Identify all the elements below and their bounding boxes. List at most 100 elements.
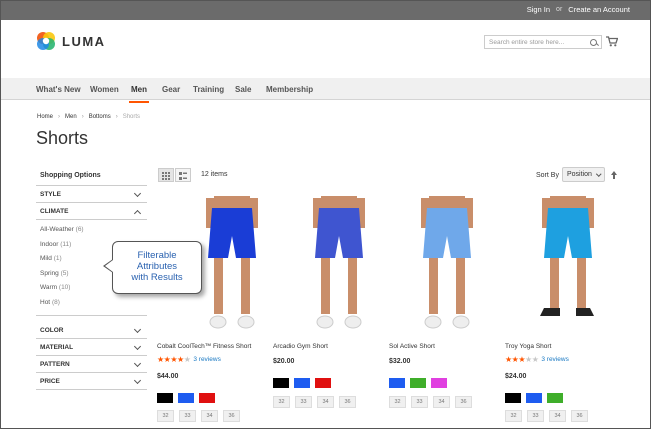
color-swatch[interactable]: [389, 378, 405, 388]
size-option[interactable]: 33: [527, 410, 544, 422]
size-option[interactable]: 32: [273, 396, 290, 408]
size-option[interactable]: 32: [389, 396, 406, 408]
sort-direction-arrow-icon[interactable]: [610, 170, 618, 180]
or-separator: or: [556, 6, 563, 13]
size-option[interactable]: 36: [339, 396, 356, 408]
search-input[interactable]: Search entire store here...: [484, 35, 602, 49]
size-option[interactable]: 32: [505, 410, 522, 422]
create-account-link[interactable]: Create an Account: [568, 5, 630, 14]
size-option[interactable]: 33: [295, 396, 312, 408]
nav-item-men[interactable]: Men: [129, 85, 149, 103]
size-option[interactable]: 36: [455, 396, 472, 408]
product-card[interactable]: Sol Active Short $32.00 32 33 34 36: [389, 196, 499, 408]
filter-label: COLOR: [40, 327, 64, 334]
product-image[interactable]: [299, 196, 399, 336]
color-swatch[interactable]: [505, 393, 521, 403]
color-swatches: [505, 393, 563, 403]
nav-item-membership[interactable]: Membership: [266, 85, 313, 94]
reviews-link[interactable]: 3 reviews: [193, 356, 220, 363]
color-swatch[interactable]: [178, 393, 194, 403]
top-bar: Sign In or Create an Account: [1, 1, 650, 20]
filter-label: STYLE: [40, 191, 61, 198]
product-image[interactable]: [407, 196, 507, 336]
nav-item-whats-new[interactable]: What's New: [36, 85, 81, 94]
color-swatch[interactable]: [199, 393, 215, 403]
filter-style[interactable]: STYLE: [36, 186, 147, 203]
product-image[interactable]: [528, 196, 628, 336]
chevron-down-icon: [133, 189, 142, 198]
climate-option-hot[interactable]: Hot (8): [40, 299, 147, 314]
product-name[interactable]: Arcadio Gym Short: [273, 343, 328, 350]
filter-color[interactable]: COLOR: [36, 322, 147, 339]
breadcrumb-men[interactable]: Men: [65, 114, 77, 120]
product-price: $20.00: [273, 358, 295, 365]
product-card[interactable]: Arcadio Gym Short $20.00 32 33 34 36: [273, 196, 383, 408]
filter-climate[interactable]: CLIMATE: [36, 203, 147, 220]
size-swatches: 32 33 34 36: [157, 410, 240, 422]
product-name[interactable]: Cobalt CoolTech™ Fitness Short: [157, 343, 251, 350]
size-option[interactable]: 34: [317, 396, 334, 408]
color-swatch[interactable]: [273, 378, 289, 388]
product-name[interactable]: Troy Yoga Short: [505, 343, 551, 350]
account-links: Sign In or Create an Account: [527, 5, 630, 14]
size-option[interactable]: 33: [179, 410, 196, 422]
product-card[interactable]: Cobalt CoolTech™ Fitness Short ★★★★★ 3 rev…: [157, 196, 267, 422]
color-swatches: [157, 393, 215, 403]
list-view-button[interactable]: [175, 168, 191, 182]
reviews-link[interactable]: 3 reviews: [541, 356, 568, 363]
cart-icon[interactable]: [606, 36, 618, 47]
size-option[interactable]: 34: [433, 396, 450, 408]
size-swatches: 32 33 34 36: [505, 410, 588, 422]
product-price: $24.00: [505, 373, 527, 380]
main-nav: What's New Women Men Gear Training Sale …: [1, 78, 650, 103]
filter-label: CLIMATE: [40, 208, 69, 215]
chevron-down-icon: [133, 376, 142, 385]
color-swatch[interactable]: [431, 378, 447, 388]
product-price: $32.00: [389, 358, 411, 365]
size-option[interactable]: 32: [157, 410, 174, 422]
sort-value: Position: [567, 171, 592, 178]
page-frame: Sign In or Create an Account LUMA Search…: [0, 0, 651, 429]
color-swatch[interactable]: [157, 393, 173, 403]
sort-select[interactable]: Position: [562, 167, 605, 182]
search-icon[interactable]: [590, 38, 597, 46]
color-swatch[interactable]: [294, 378, 310, 388]
filter-pattern[interactable]: PATTERN: [36, 356, 147, 373]
color-swatch[interactable]: [526, 393, 542, 403]
star-rating-icon: ★★★★★: [157, 355, 191, 364]
climate-option-all-weather[interactable]: All-Weather (6): [40, 226, 147, 241]
breadcrumb-bottoms[interactable]: Bottoms: [89, 114, 111, 120]
product-name[interactable]: Sol Active Short: [389, 343, 435, 350]
breadcrumb-home[interactable]: Home: [37, 114, 53, 120]
search-placeholder: Search entire store here...: [489, 38, 565, 46]
size-option[interactable]: 34: [201, 410, 218, 422]
color-swatch[interactable]: [410, 378, 426, 388]
list-icon: [179, 172, 187, 180]
grid-view-button[interactable]: [158, 168, 174, 182]
filter-label: MATERIAL: [40, 344, 74, 351]
sign-in-link[interactable]: Sign In: [527, 5, 550, 14]
size-option[interactable]: 33: [411, 396, 428, 408]
nav-item-sale[interactable]: Sale: [235, 85, 251, 94]
chevron-down-icon: [133, 359, 142, 368]
nav-item-training[interactable]: Training: [193, 85, 224, 94]
nav-item-women[interactable]: Women: [90, 85, 119, 94]
breadcrumb-current: Shorts: [122, 114, 141, 120]
chevron-up-icon: [133, 209, 142, 218]
filter-material[interactable]: MATERIAL: [36, 339, 147, 356]
filter-price[interactable]: PRICE: [36, 373, 147, 390]
size-option[interactable]: 36: [223, 410, 240, 422]
color-swatch[interactable]: [547, 393, 563, 403]
size-option[interactable]: 34: [549, 410, 566, 422]
breadcrumb-separator: ›: [81, 114, 84, 120]
size-swatches: 32 33 34 36: [389, 396, 472, 408]
product-price: $44.00: [157, 373, 179, 380]
size-option[interactable]: 36: [571, 410, 588, 422]
store-logo[interactable]: LUMA: [36, 31, 106, 51]
nav-item-gear[interactable]: Gear: [162, 85, 180, 94]
items-count: 12 items: [201, 171, 228, 178]
chevron-down-icon: [595, 171, 601, 177]
color-swatch[interactable]: [315, 378, 331, 388]
product-card[interactable]: Troy Yoga Short ★★★★★ 3 reviews $24.00 32 33 3…: [505, 196, 615, 422]
shopping-options-title: Shopping Options: [36, 166, 147, 186]
